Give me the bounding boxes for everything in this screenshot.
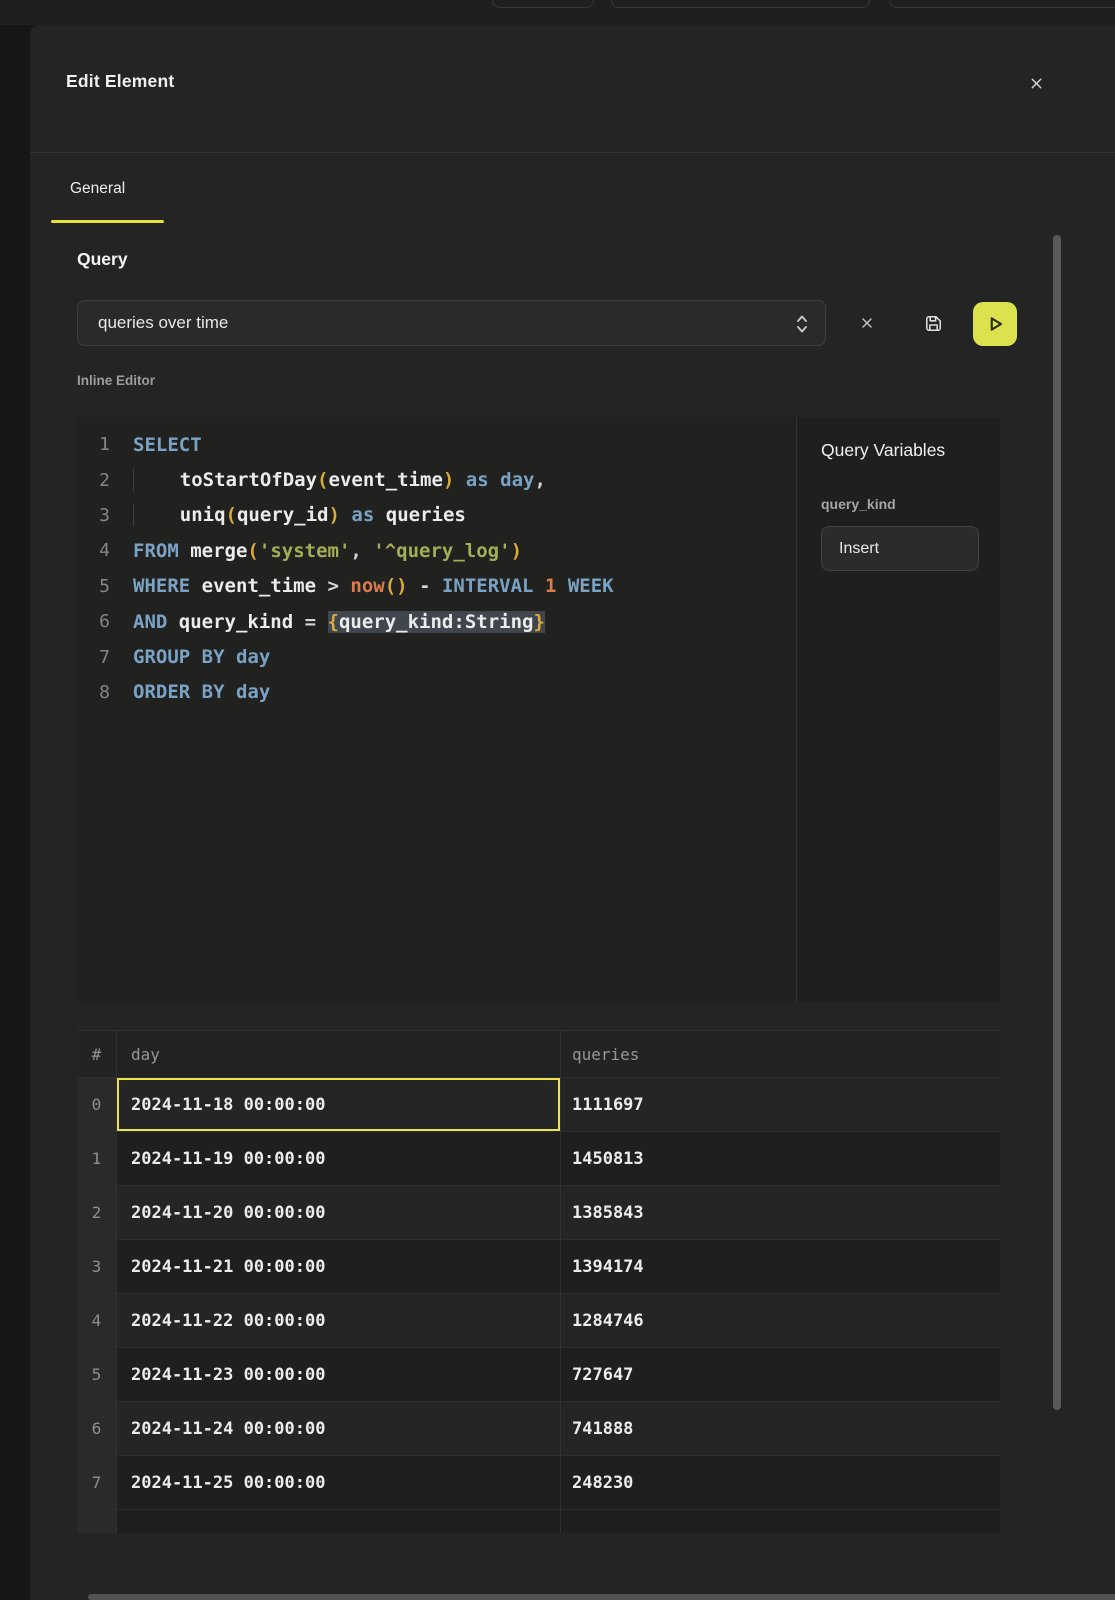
play-icon — [982, 311, 1008, 337]
row-index-cell[interactable]: 4 — [77, 1294, 117, 1347]
row-index-cell[interactable]: 5 — [77, 1348, 117, 1401]
topbar-button-1[interactable] — [492, 0, 594, 8]
query-variables-title: Query Variables — [821, 440, 978, 461]
row-index-cell[interactable]: 0 — [77, 1078, 117, 1131]
column-header-day: day — [117, 1031, 560, 1077]
topbar-button-2[interactable] — [611, 0, 870, 8]
edit-element-modal: Edit Element General Query queries over … — [30, 25, 1115, 1600]
column-header-queries: queries — [560, 1031, 1000, 1077]
active-tab-underline — [51, 220, 164, 223]
queries-cell[interactable]: 1450813 — [560, 1132, 1000, 1185]
tab-general[interactable]: General — [70, 180, 125, 220]
queries-cell[interactable]: 1394174 — [560, 1240, 1000, 1293]
queries-cell[interactable]: 1284746 — [560, 1294, 1000, 1347]
code-line[interactable]: 4FROM merge('system', '^query_log') — [77, 533, 796, 568]
inline-editor-panel: 1SELECT2 toStartOfDay(event_time) as day… — [77, 417, 1000, 1003]
query-variables-panel: Query Variables query_kind Insert — [797, 417, 1000, 1003]
horizontal-scrollbar-thumb[interactable] — [88, 1594, 1115, 1600]
row-index-cell[interactable]: 1 — [77, 1132, 117, 1185]
day-cell[interactable]: 2024-11-23 00:00:00 — [117, 1348, 560, 1401]
close-icon — [1028, 75, 1045, 92]
line-number: 5 — [77, 576, 110, 597]
results-table: # day queries 02024-11-18 00:00:00111169… — [77, 1030, 1000, 1533]
query-select[interactable]: queries over time — [77, 300, 826, 346]
day-cell[interactable]: 2024-11-25 00:00:00 — [117, 1456, 560, 1509]
code-line[interactable]: 8ORDER BY day — [77, 675, 796, 710]
row-index-cell[interactable]: 3 — [77, 1240, 117, 1293]
table-row: 62024-11-24 00:00:00741888 — [77, 1401, 1000, 1455]
day-cell[interactable]: 2024-11-22 00:00:00 — [117, 1294, 560, 1347]
line-number: 1 — [77, 434, 110, 455]
clear-x-icon — [859, 315, 875, 331]
column-header-index: # — [77, 1031, 117, 1077]
table-row: 02024-11-18 00:00:001111697 — [77, 1077, 1000, 1131]
sql-code-editor[interactable]: 1SELECT2 toStartOfDay(event_time) as day… — [77, 417, 796, 1003]
code-line[interactable]: 2 toStartOfDay(event_time) as day, — [77, 462, 796, 497]
app-root: { "colors": { "accent_yellow": "#dce24e"… — [0, 0, 1115, 1600]
results-table-header: # day queries — [77, 1031, 1000, 1077]
clear-query-button[interactable] — [849, 305, 885, 341]
queries-cell[interactable]: 1385843 — [560, 1186, 1000, 1239]
queries-cell[interactable]: 1111697 — [560, 1078, 1000, 1131]
code-line[interactable]: 5WHERE event_time > now() - INTERVAL 1 W… — [77, 569, 796, 604]
row-index-cell[interactable]: 7 — [77, 1456, 117, 1509]
floppy-disk-icon — [922, 312, 945, 335]
table-row: 72024-11-25 00:00:00248230 — [77, 1455, 1000, 1509]
queries-cell[interactable]: 248230 — [560, 1456, 1000, 1509]
table-row: 12024-11-19 00:00:001450813 — [77, 1131, 1000, 1185]
line-number: 3 — [77, 505, 110, 526]
topbar-button-3[interactable] — [889, 0, 1115, 8]
day-cell[interactable]: 2024-11-24 00:00:00 — [117, 1402, 560, 1455]
line-number: 6 — [77, 611, 110, 632]
code-line[interactable]: 7GROUP BY day — [77, 639, 796, 674]
query-select-value: queries over time — [98, 313, 228, 333]
close-button[interactable] — [1022, 69, 1050, 97]
table-row: 42024-11-22 00:00:001284746 — [77, 1293, 1000, 1347]
day-cell-selected[interactable]: 2024-11-18 00:00:00 — [117, 1078, 560, 1131]
code-line[interactable]: 3 uniq(query_id) as queries — [77, 498, 796, 533]
tab-label: General — [70, 180, 125, 198]
queries-cell[interactable]: 741888 — [560, 1402, 1000, 1455]
up-down-chevron-icon — [794, 313, 810, 335]
query-section-heading: Query — [77, 249, 128, 270]
table-row: 32024-11-21 00:00:001394174 — [77, 1239, 1000, 1293]
line-number: 7 — [77, 647, 110, 668]
footer-queries — [560, 1510, 1000, 1533]
vertical-scrollbar-thumb[interactable] — [1053, 235, 1061, 1410]
table-row: 22024-11-20 00:00:001385843 — [77, 1185, 1000, 1239]
inline-editor-label: Inline Editor — [77, 373, 155, 388]
table-footer-strip — [77, 1509, 1000, 1533]
modal-title: Edit Element — [66, 71, 174, 92]
save-query-button[interactable] — [915, 305, 951, 341]
background-topbar — [0, 0, 1115, 25]
header-divider — [30, 152, 1115, 153]
line-number: 2 — [77, 470, 110, 491]
footer-day — [117, 1510, 560, 1533]
line-number: 8 — [77, 682, 110, 703]
day-cell[interactable]: 2024-11-19 00:00:00 — [117, 1132, 560, 1185]
row-index-cell[interactable]: 6 — [77, 1402, 117, 1455]
run-query-button[interactable] — [973, 302, 1017, 346]
code-line[interactable]: 1SELECT — [77, 427, 796, 462]
insert-variable-button[interactable]: Insert — [821, 526, 979, 571]
row-index-cell[interactable]: 2 — [77, 1186, 117, 1239]
variable-name-label: query_kind — [821, 496, 978, 512]
day-cell[interactable]: 2024-11-20 00:00:00 — [117, 1186, 560, 1239]
footer-gutter — [77, 1510, 117, 1533]
queries-cell[interactable]: 727647 — [560, 1348, 1000, 1401]
line-number: 4 — [77, 540, 110, 561]
table-row: 52024-11-23 00:00:00727647 — [77, 1347, 1000, 1401]
day-cell[interactable]: 2024-11-21 00:00:00 — [117, 1240, 560, 1293]
code-line[interactable]: 6AND query_kind = {query_kind:String} — [77, 604, 796, 639]
